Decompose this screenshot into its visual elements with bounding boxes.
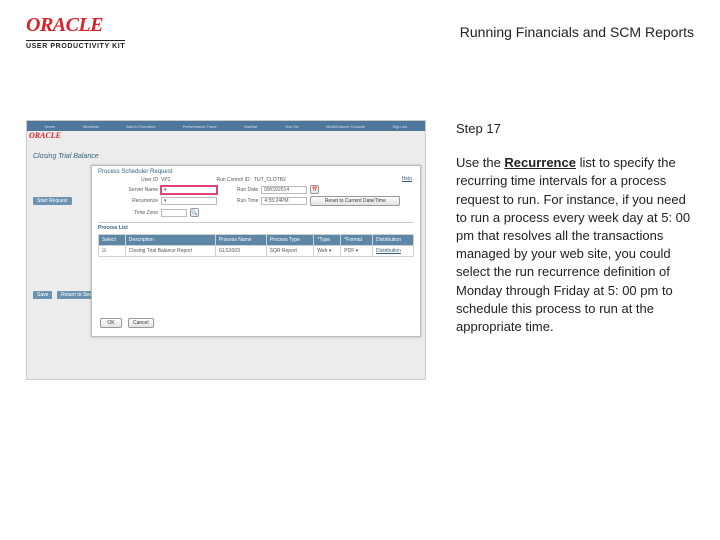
nav-item[interactable]: Test Sci (285, 124, 299, 129)
nav-item[interactable]: Sign out (393, 124, 408, 129)
nav-item[interactable]: Home (45, 124, 56, 129)
nav-item[interactable]: MultiChannel Console (326, 124, 365, 129)
run-time-label: Run Time (237, 198, 258, 204)
run-date-label: Run Date (237, 187, 258, 193)
instructions-panel: Step 17 Use the Recurrence list to speci… (456, 120, 694, 380)
col-select: Select (99, 235, 126, 246)
doc-title: Running Financials and SCM Reports (460, 24, 694, 40)
step-label: Step 17 (456, 120, 694, 138)
server-name-label: Server Name (98, 187, 158, 193)
col-type: *Type (314, 235, 341, 246)
col-desc: Description (125, 235, 215, 246)
process-list-table: Select Description Process Name Process … (98, 234, 414, 257)
row-ptype: SQR Report (266, 246, 314, 257)
table-row: ☑ Closing Trial Balance Report GLS1003 S… (99, 246, 414, 257)
instruction-text: Use the Recurrence list to specify the r… (456, 154, 694, 336)
timezone-field[interactable] (161, 209, 187, 217)
page-title: Closing Trial Balance (33, 153, 99, 160)
server-name-select[interactable]: ▾ (161, 186, 217, 194)
recurrence-select[interactable]: ▾ (161, 197, 217, 205)
user-id-value: VP1 (161, 177, 170, 183)
logo-subtext: USER PRODUCTIVITY KIT (26, 40, 125, 50)
side-button-start[interactable]: Start Request (33, 197, 72, 205)
row-dist[interactable]: Distribution (372, 246, 413, 257)
timezone-label: Time Zone (98, 210, 158, 216)
run-time-field[interactable]: 4:55:24PM (261, 197, 307, 205)
col-ptype: Process Type (266, 235, 314, 246)
row-type[interactable]: Web ▾ (314, 246, 341, 257)
logo: ORACLE USER PRODUCTIVITY KIT (26, 14, 125, 50)
process-scheduler-modal: Process Scheduler Request Help User ID V… (91, 165, 421, 337)
lookup-icon[interactable]: 🔍 (190, 208, 199, 217)
help-link[interactable]: Help (402, 176, 412, 182)
nav-item[interactable]: Worklists (83, 124, 99, 129)
app-logo: ORACLE (29, 131, 61, 140)
nav-item[interactable]: Add to Favorites (126, 124, 155, 129)
content-row: Home Worklists Add to Favorites Performa… (0, 60, 720, 380)
col-dist: Distribution (372, 235, 413, 246)
logo-text: ORACLE (26, 14, 125, 37)
app-screenshot: Home Worklists Add to Favorites Performa… (26, 120, 426, 380)
doc-header: ORACLE USER PRODUCTIVITY KIT Running Fin… (0, 0, 720, 60)
run-date-field[interactable]: 09/03/2014 (261, 186, 307, 194)
run-control-value: TUT_CLOTB2 (254, 177, 286, 183)
nav-item[interactable]: NavBar (244, 124, 257, 129)
reset-button[interactable]: Reset to Current Date/Time (310, 196, 400, 206)
recurrence-label: Recurrence (98, 198, 158, 204)
keyword-recurrence: Recurrence (504, 155, 576, 170)
app-topnav: Home Worklists Add to Favorites Performa… (27, 121, 425, 131)
row-format[interactable]: PDF ▾ (341, 246, 373, 257)
row-name: GLS1003 (215, 246, 266, 257)
modal-title: Process Scheduler Request (98, 169, 414, 175)
side-button-save[interactable]: Save (33, 291, 52, 299)
col-format: *Format (341, 235, 373, 246)
nav-item[interactable]: Performance Trace (183, 124, 217, 129)
col-pname: Process Name (215, 235, 266, 246)
run-control-label: Run Control ID: (216, 177, 250, 183)
calendar-icon[interactable]: 📅 (310, 185, 319, 194)
row-select[interactable]: ☑ (99, 246, 126, 257)
user-id-label: User ID (98, 177, 158, 183)
ok-button[interactable]: OK (100, 318, 122, 328)
row-desc: Closing Trial Balance Report (125, 246, 215, 257)
cancel-button[interactable]: Cancel (128, 318, 154, 328)
process-list-section: Process List (98, 222, 414, 231)
